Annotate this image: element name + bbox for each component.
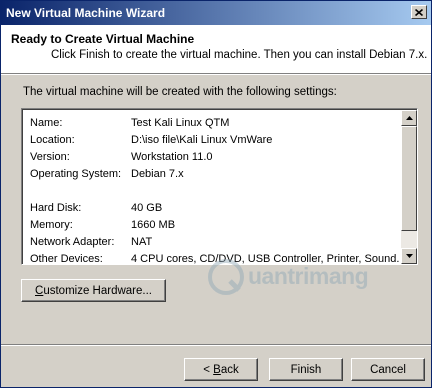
setting-value: D:\iso file\Kali Linux VmWare (131, 134, 273, 146)
setting-value: 40 GB (131, 202, 163, 214)
back-button-label: < Back (203, 363, 239, 376)
close-button[interactable] (411, 5, 427, 19)
settings-rows: Name: Test Kali Linux QTM Location: D:\iso … (30, 115, 400, 264)
setting-label: Version: (30, 151, 70, 163)
settings-row: Name: Test Kali Linux QTM (30, 115, 400, 132)
scroll-down-button[interactable] (401, 248, 417, 264)
wizard-window: New Virtual Machine Wizard Ready to Crea… (0, 0, 432, 388)
settings-row: Hard Disk: 40 GB (30, 200, 400, 217)
page-title: Ready to Create Virtual Machine (11, 32, 195, 46)
customize-hardware-button[interactable]: Customize Hardware... (21, 279, 166, 302)
setting-label: Network Adapter: (30, 236, 115, 248)
setting-value: 4 CPU cores, CD/DVD, USB Controller, Pri… (131, 253, 399, 264)
settings-row: Version: Workstation 11.0 (30, 149, 400, 166)
scrollbar-thumb[interactable] (401, 126, 417, 231)
finish-button[interactable]: Finish (269, 358, 343, 381)
setting-value: Workstation 11.0 (131, 151, 213, 163)
setting-value: 1660 MB (131, 219, 176, 231)
settings-row (30, 183, 400, 200)
setting-value: Debian 7.x (131, 168, 184, 180)
window-title: New Virtual Machine Wizard (6, 6, 166, 20)
triangle-down-icon (405, 254, 413, 258)
setting-label: Location: (30, 134, 75, 146)
button-separator (1, 344, 431, 346)
setting-label: Other Devices: (30, 253, 103, 264)
settings-row: Network Adapter: NAT (30, 234, 400, 251)
setting-label: Name: (30, 117, 63, 129)
setting-value: NAT (131, 236, 153, 248)
wizard-header: Ready to Create Virtual Machine Click Fi… (1, 25, 431, 74)
page-subtitle: Click Finish to create the virtual machi… (51, 49, 428, 61)
setting-label: Memory: (30, 219, 73, 231)
triangle-up-icon (405, 116, 413, 120)
settings-row: Location: D:\iso file\Kali Linux VmWare (30, 132, 400, 149)
vertical-scrollbar[interactable] (401, 110, 417, 264)
close-icon (415, 8, 423, 16)
cancel-button[interactable]: Cancel (351, 358, 425, 381)
title-bar[interactable]: New Virtual Machine Wizard (1, 1, 431, 25)
settings-row: Memory: 1660 MB (30, 217, 400, 234)
settings-summary-list[interactable]: Name: Test Kali Linux QTM Location: D:\iso … (21, 108, 418, 265)
settings-row: Other Devices: 4 CPU cores, CD/DVD, USB C… (30, 251, 400, 264)
setting-value: Test Kali Linux QTM (131, 117, 230, 129)
setting-label: Hard Disk: (30, 202, 82, 214)
scroll-up-button[interactable] (401, 110, 417, 126)
settings-row: Operating System: Debian 7.x (30, 166, 400, 183)
watermark-text: uantrimang (248, 263, 369, 289)
header-divider (1, 74, 431, 75)
customize-hardware-label: Customize Hardware... (35, 284, 152, 297)
back-button[interactable]: < Back (184, 358, 258, 381)
setting-label: Operating System: (30, 168, 122, 180)
settings-intro: The virtual machine will be created with… (23, 86, 337, 98)
